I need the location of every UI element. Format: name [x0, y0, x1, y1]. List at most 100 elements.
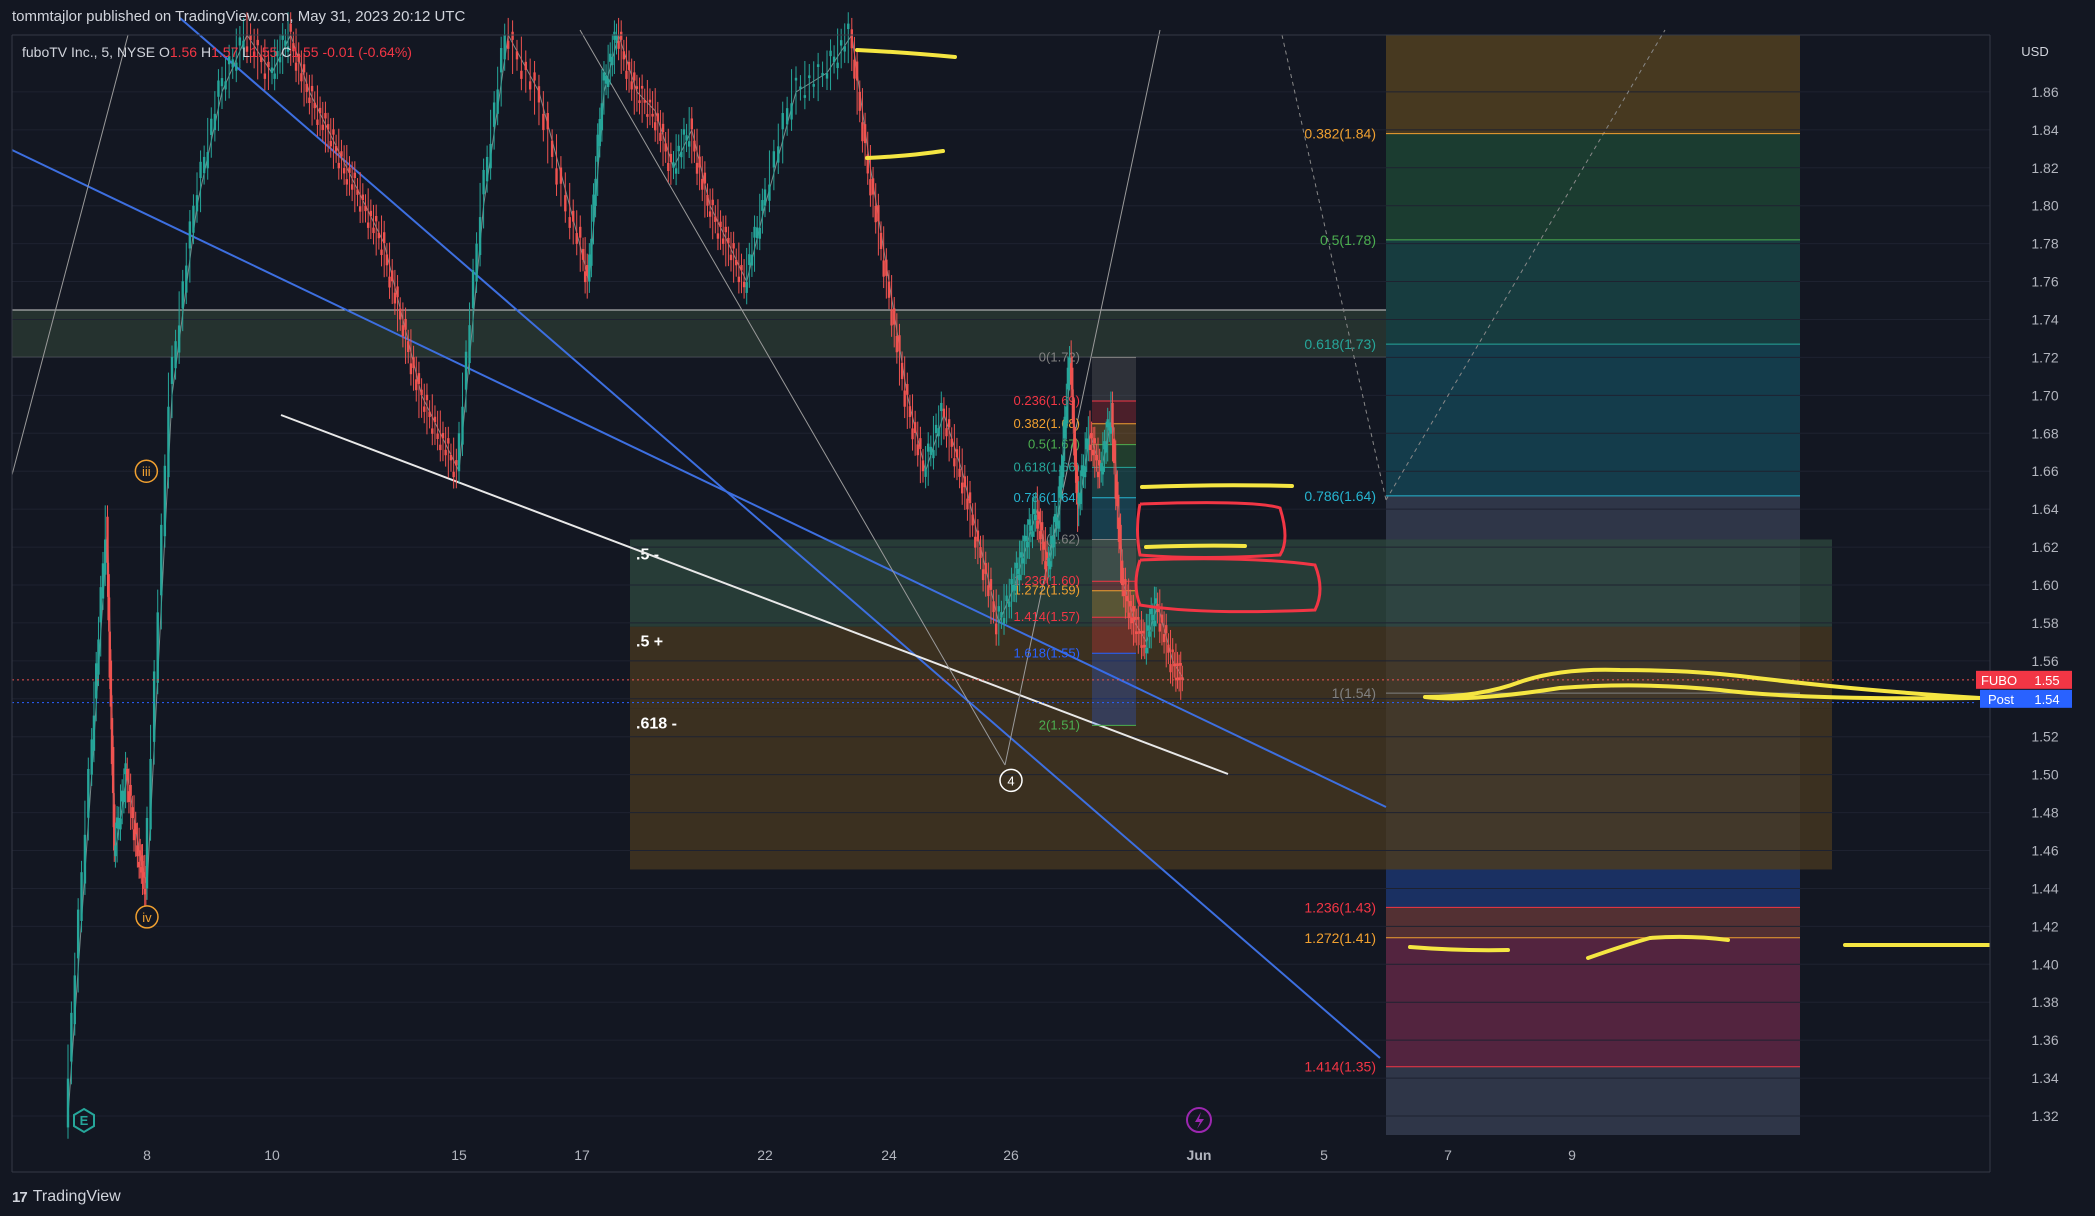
zone-label-2: .618 - [636, 715, 677, 732]
candle-body [955, 449, 959, 458]
candle-body [1112, 438, 1116, 464]
candle-body [1125, 595, 1129, 602]
candle-body [753, 226, 756, 238]
candle-body [425, 394, 429, 401]
candle-body [611, 56, 614, 66]
candle-body [1158, 623, 1161, 632]
candle-body [66, 1078, 70, 1128]
y-tick-5: 1.76 [2031, 274, 2058, 290]
candle-body [492, 102, 496, 127]
candle-body [503, 35, 506, 60]
candle-body [719, 221, 722, 228]
candle-body [185, 265, 188, 293]
candle-body [412, 357, 415, 368]
candle-body [903, 390, 906, 407]
candle-body [1146, 625, 1150, 631]
candle-body [369, 210, 373, 217]
candle-body [916, 444, 919, 456]
tradingview-logo-icon[interactable]: 17 [12, 1189, 28, 1206]
fib-right-label-5: 1.236(1.43) [1304, 899, 1376, 915]
candle-body [334, 146, 338, 152]
candle-body [630, 81, 633, 90]
candle-body [932, 450, 935, 459]
candle-body [90, 739, 93, 775]
candle-body [528, 81, 532, 90]
candle-body [1026, 541, 1029, 548]
candle-body [1095, 454, 1098, 461]
candle-body [449, 454, 453, 461]
y-tick-13: 1.60 [2031, 577, 2058, 593]
footer-brand[interactable]: TradingView [33, 1188, 121, 1206]
candle-body [669, 153, 673, 163]
candle-body [377, 232, 381, 239]
candle-body [609, 53, 612, 62]
candle-body [592, 194, 595, 222]
candle-body [1135, 631, 1138, 635]
candle-body [310, 85, 314, 92]
candle-body [1130, 617, 1134, 624]
candle-body [1174, 677, 1178, 681]
candle-body [134, 823, 137, 834]
candle-body [651, 113, 654, 117]
candle-body [716, 233, 720, 239]
candle-body [825, 73, 829, 79]
y-tick-8: 1.70 [2031, 387, 2058, 403]
candle-body [87, 768, 90, 818]
candle-body [1167, 644, 1170, 653]
candle-body [95, 663, 98, 699]
legend-symbol[interactable]: fuboTV Inc., 5, NYSE [22, 44, 155, 60]
fib-mid-label-11: 2(1.51) [1039, 717, 1080, 732]
candle-body [667, 162, 670, 172]
candle-body [170, 356, 174, 384]
candle-body [160, 524, 163, 596]
y-tick-18: 1.50 [2031, 767, 2058, 783]
legend-l-label: L [242, 44, 251, 60]
wave-label-2: 4 [1007, 773, 1014, 788]
candle-body [1119, 524, 1122, 550]
candle-body [911, 428, 914, 440]
candle-body [893, 308, 896, 325]
candle-body [332, 129, 335, 135]
candle-body [627, 61, 631, 70]
candle-body [383, 232, 386, 244]
x-tick-9: 7 [1444, 1147, 1452, 1163]
candle-body [1091, 449, 1095, 456]
candle-body [994, 623, 998, 635]
candle-body [1083, 466, 1087, 478]
candle-body [83, 834, 87, 884]
candle-body [1096, 471, 1100, 478]
candle-body [812, 84, 815, 87]
candle-body [974, 536, 977, 548]
candle-body [76, 909, 80, 959]
candle-body [850, 29, 853, 49]
candle-body [732, 243, 735, 249]
price-chart[interactable]: .5 -.5 +.618 - 0(1.72)0.236(1.69)0.382(1… [0, 0, 2095, 1216]
candle-body [342, 168, 346, 174]
candle-body [1129, 600, 1132, 607]
candle-body [1127, 612, 1130, 619]
candle-body [385, 254, 389, 266]
candle-body [1065, 406, 1068, 429]
candle-body [596, 134, 599, 162]
x-tick-0: 8 [143, 1147, 151, 1163]
candle-body [206, 152, 209, 169]
fib-right-label-6: 1.272(1.41) [1304, 930, 1376, 946]
candle-body [924, 468, 927, 477]
candle-body [399, 308, 402, 320]
candle-body [217, 80, 220, 97]
svg-text:E: E [80, 1113, 89, 1128]
candle-body [693, 140, 696, 152]
fib-mid-label-0: 0(1.72) [1039, 349, 1080, 364]
candle-body [829, 50, 832, 57]
candle-body [729, 254, 733, 261]
candle-body [853, 59, 856, 79]
candle-body [581, 249, 585, 260]
candle-body [1133, 617, 1137, 620]
candle-body [372, 227, 375, 234]
fib-mid-block-10 [1092, 653, 1136, 726]
candle-body [877, 205, 880, 222]
candle-body [1028, 519, 1031, 525]
candle-body [99, 587, 102, 623]
fib-mid-label-9: 1.414(1.57) [1014, 609, 1081, 624]
candle-body [921, 460, 925, 472]
